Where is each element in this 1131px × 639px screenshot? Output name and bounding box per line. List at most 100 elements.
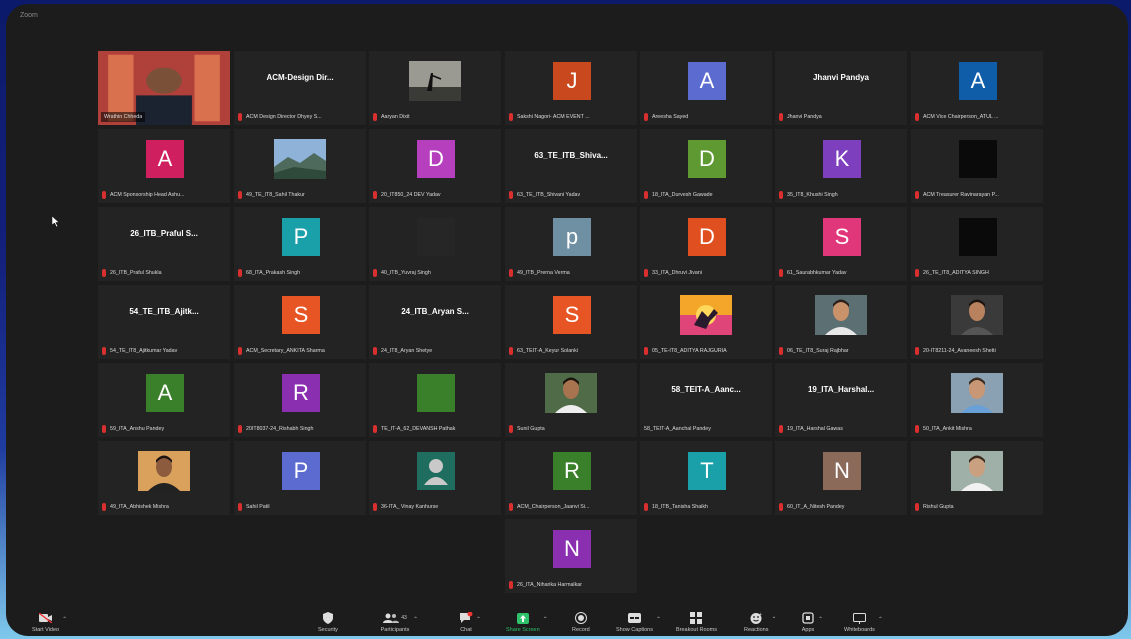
participant-tile[interactable]: S 63_TEIT-A_Keyur Solanki [505, 285, 637, 359]
participant-tile[interactable]: 19_ITA_Harshal... 19_ITA_Harshal Gawas [775, 363, 907, 437]
zoom-window: Zoom Wrathin Chheda ACM-Design Dir... ACM … [6, 4, 1128, 636]
participant-tile[interactable]: p 49_ITB_Prerna Verma [505, 207, 637, 281]
participant-tile[interactable]: 63_TE_ITB_Shiva... 63_TE_ITB_Shivani Yada… [505, 129, 637, 203]
chevron-up-icon[interactable]: ⌃ [476, 616, 481, 623]
participant-tile[interactable]: ACM Treasurer Ravinarayan P... [911, 129, 1043, 203]
participant-tile[interactable]: 40_ITB_Yuvraj Singh [369, 207, 501, 281]
mic-muted-icon [508, 425, 514, 433]
apps-button[interactable]: Apps ⌃ [801, 612, 823, 633]
participant-name: 63_TE_ITB_Shivani Yadav [517, 192, 581, 198]
participant-tile[interactable]: R 20IT8037-24_Rishabh Singh [234, 363, 366, 437]
participant-name: TE_IT-A_62_DEVANSH Pathak [381, 426, 456, 432]
participant-name: 54_TE_IT8_Ajitkumar Yadav [110, 348, 178, 354]
person-icon [417, 452, 455, 490]
participant-name: 61_Saurabhkumar Yadav [787, 270, 847, 276]
participant-tile[interactable]: ACM-Design Dir... ACM Design Director Dhy… [234, 51, 366, 125]
participant-tile[interactable]: T 18_ITB_Tanisha Shaikh [640, 441, 772, 515]
participant-name-label: 59_ITA_Anshu Pandey [101, 424, 227, 434]
participant-tile[interactable]: Aaryan Dixit [369, 51, 501, 125]
chat-button[interactable]: Chat ⌃ [459, 612, 481, 633]
participant-tile[interactable]: 50_ITA_Ankit Mishra [911, 363, 1043, 437]
participant-name: ACM Sponsorship Head Ashu... [110, 192, 185, 198]
participant-tile[interactable]: D 33_ITA_Dhruvi Jivani [640, 207, 772, 281]
participant-name: Sahil Patil [246, 504, 270, 510]
participant-video [951, 295, 1003, 335]
participant-tile[interactable]: R ACM_Chairperson_Jaanvi Si... [505, 441, 637, 515]
share-screen-button[interactable]: Share Screen ⌃ [506, 612, 548, 633]
participant-avatar: R [282, 374, 320, 412]
participant-tile[interactable]: N 60_IT_A_Nitesh Pandey [775, 441, 907, 515]
participant-avatar: S [823, 218, 861, 256]
mic-muted-icon [372, 425, 378, 433]
participant-tile[interactable]: 58_TEIT-A_Aanc... 58_TEIT-A_Aanchal Pande… [640, 363, 772, 437]
chevron-up-icon[interactable]: ⌃ [656, 616, 661, 623]
participant-tile[interactable]: 49_ITA_Abhishek Mishra [98, 441, 230, 515]
participant-name-label: 63_TE_ITB_Shivani Yadav [508, 190, 634, 200]
participant-tile[interactable]: 54_TE_ITB_Ajitk... 54_TE_IT8_Ajitkumar Ya… [98, 285, 230, 359]
participant-name-label: ACM Sponsorship Head Ashu... [101, 190, 227, 200]
participant-name: 18_ITB_Tanisha Shaikh [652, 504, 708, 510]
participant-name-label: 20-IT8211-24_Avaneesh Shetti [914, 346, 1040, 356]
participant-tile[interactable]: 26_ITB_Praful S... 26_ITB_Praful Shukla [98, 207, 230, 281]
chevron-up-icon[interactable]: ⌃ [543, 616, 548, 623]
breakout-rooms-button[interactable]: Breakout Rooms [676, 612, 717, 633]
participant-name-label: 49_TE_IT8_Sahil Thakur [237, 190, 363, 200]
chevron-up-icon[interactable]: ⌃ [771, 616, 776, 623]
participant-tile[interactable]: 05_TE-IT8_ADITYA RAJGURIA [640, 285, 772, 359]
participant-tile[interactable]: Rishul Gupta [911, 441, 1043, 515]
participant-tile[interactable]: 06_TE_IT8_Suraj Rajbhar [775, 285, 907, 359]
participant-tile[interactable]: Jhanvi Pandya Jhanvi Pandya [775, 51, 907, 125]
mic-muted-icon [372, 503, 378, 511]
security-button[interactable]: Security [318, 612, 338, 633]
mic-muted-icon [643, 503, 649, 511]
participant-tile[interactable]: 20-IT8211-24_Avaneesh Shetti [911, 285, 1043, 359]
start-video-button[interactable]: Start Video ⌃ [32, 612, 67, 633]
participant-tile[interactable]: Wrathin Chheda [98, 51, 230, 125]
participant-tile[interactable]: A 59_ITA_Anshu Pandey [98, 363, 230, 437]
participant-tile[interactable]: A ACM Sponsorship Head Ashu... [98, 129, 230, 203]
participant-name: ACM Vice Chairperson_ATUL ... [923, 114, 999, 120]
participant-avatar [959, 218, 997, 256]
participant-avatar: D [688, 218, 726, 256]
participant-tile[interactable]: S 61_Saurabhkumar Yadav [775, 207, 907, 281]
share-screen-icon [516, 612, 530, 624]
mic-muted-icon [914, 347, 920, 355]
participant-tile[interactable]: A ACM Vice Chairperson_ATUL ... [911, 51, 1043, 125]
participant-name-label: TE_IT-A_62_DEVANSH Pathak [372, 424, 498, 434]
participant-name: 19_ITA_Harshal Gawas [787, 426, 843, 432]
participant-name-label: 68_ITA_Prakash Singh [237, 268, 363, 278]
show-captions-button[interactable]: Show Captions ⌃ [616, 612, 661, 633]
participant-tile[interactable]: K 35_IT8_Khushi Singh [775, 129, 907, 203]
chat-label: Chat [460, 627, 472, 633]
participant-tile[interactable]: D 20_IT850_24 DEV Yadav [369, 129, 501, 203]
chevron-up-icon[interactable]: ⌃ [62, 616, 67, 623]
whiteboard-icon [852, 612, 866, 624]
mic-muted-icon [508, 581, 514, 589]
participant-name: 26_ITB_Praful Shukla [110, 270, 162, 276]
participant-video [951, 373, 1003, 413]
chevron-up-icon[interactable]: ⌃ [878, 616, 883, 623]
participant-tile[interactable]: A Areesha Sayed [640, 51, 772, 125]
reactions-button[interactable]: + Reactions ⌃ [744, 612, 776, 633]
participant-tile[interactable]: S ACM_Secretary_ANKITA Sharma [234, 285, 366, 359]
participant-tile[interactable]: Sunil Gupta [505, 363, 637, 437]
participant-tile[interactable]: P Sahil Patil [234, 441, 366, 515]
participant-tile[interactable]: D 18_ITA_Durvesh Gawade [640, 129, 772, 203]
participant-name: 20-IT8211-24_Avaneesh Shetti [923, 348, 996, 354]
participant-tile[interactable]: 49_TE_IT8_Sahil Thakur [234, 129, 366, 203]
participant-tile[interactable]: TE_IT-A_62_DEVANSH Pathak [369, 363, 501, 437]
participants-button[interactable]: 43 Participants ⌃ [380, 612, 418, 633]
participant-tile[interactable]: N 26_ITA_Niharika Harmalkar [505, 519, 637, 593]
chevron-up-icon[interactable]: ⌃ [818, 616, 823, 623]
participant-tile[interactable]: 26_TE_IT8_ADITYA SINGH [911, 207, 1043, 281]
participant-tile[interactable]: J Sakshi Nagori- ACM EVENT ... [505, 51, 637, 125]
participant-tile[interactable]: 24_ITB_Aryan S... 24_IT8_Aryan Shetye [369, 285, 501, 359]
whiteboards-button[interactable]: Whiteboards ⌃ [844, 612, 883, 633]
mic-muted-icon [508, 113, 514, 121]
participant-tile[interactable]: P 68_ITA_Prakash Singh [234, 207, 366, 281]
record-button[interactable]: Record [572, 612, 590, 633]
participant-tile[interactable]: 36-ITA_ Vinay Kanhurse [369, 441, 501, 515]
mic-muted-icon [778, 113, 784, 121]
chevron-up-icon[interactable]: ⌃ [413, 616, 418, 623]
participant-name: 40_ITB_Yuvraj Singh [381, 270, 431, 276]
